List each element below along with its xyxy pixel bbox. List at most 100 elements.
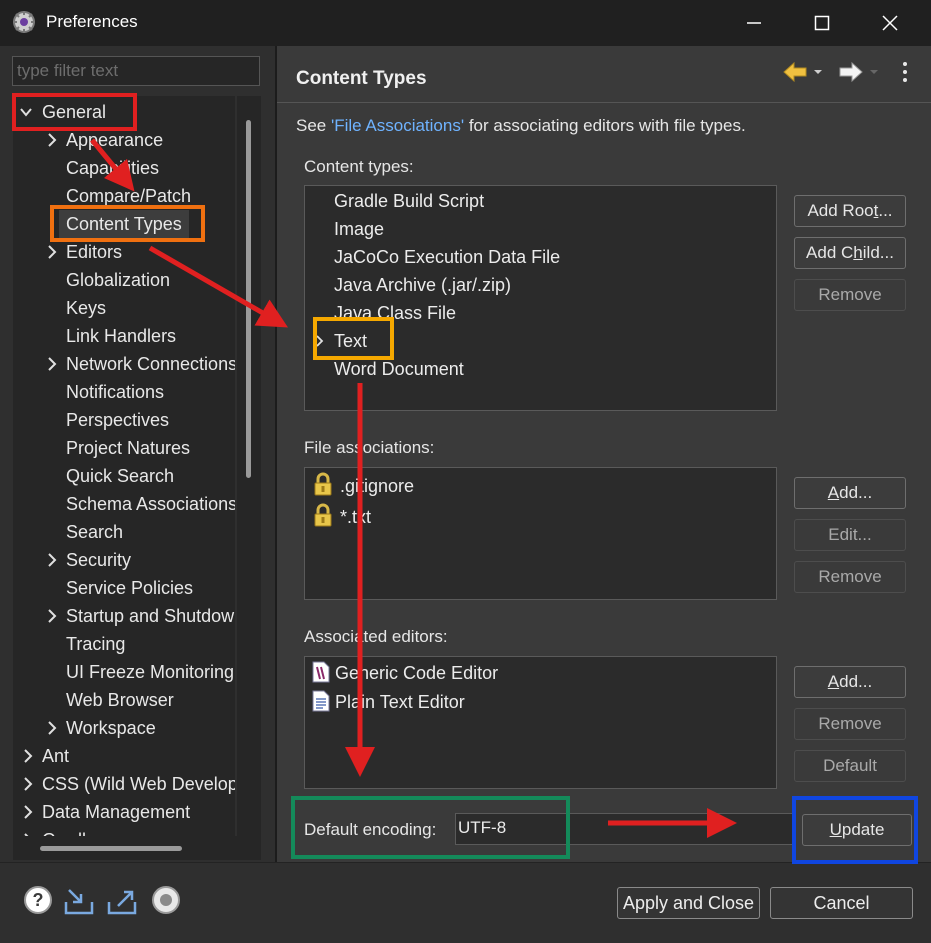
tree-item-compare-patch[interactable]: Compare/Patch: [66, 182, 191, 210]
cancel-button[interactable]: Cancel: [770, 887, 913, 919]
footer-divider: [0, 862, 931, 863]
file-association-item[interactable]: *.txt: [340, 503, 371, 531]
content-type-item[interactable]: JaCoCo Execution Data File: [334, 243, 560, 271]
maximize-button[interactable]: [792, 0, 852, 46]
tree-item-label: Gradle: [42, 826, 96, 836]
content-type-item[interactable]: Gradle Build Script: [334, 187, 484, 215]
chevron-right-icon: [48, 133, 57, 147]
tree-item-capabilities[interactable]: Capabilities: [66, 154, 159, 182]
file-association-item[interactable]: .gitignore: [340, 472, 414, 500]
help-icon[interactable]: ?: [22, 884, 54, 916]
tree-item-quick-search[interactable]: Quick Search: [66, 462, 174, 490]
hint-prefix: See: [296, 116, 331, 135]
forward-arrow-icon[interactable]: [838, 58, 878, 86]
tree-item-web-browser[interactable]: Web Browser: [66, 686, 174, 714]
tree-item-search[interactable]: Search: [66, 518, 123, 546]
svg-text:?: ?: [33, 890, 44, 910]
tree-item-keys[interactable]: Keys: [66, 294, 106, 322]
tree-item-label: Workspace: [66, 718, 156, 738]
tree-item-schema-associations[interactable]: Schema Associations: [66, 490, 235, 518]
text-editor-icon: [312, 690, 330, 712]
file-associations-hint: See 'File Associations' for associating …: [296, 116, 746, 136]
tree-item-label: Ant: [42, 746, 70, 766]
filter-input[interactable]: [12, 56, 260, 86]
tree-item-ant[interactable]: Ant: [13, 742, 235, 770]
tree-item-gradle[interactable]: Gradle: [13, 826, 235, 836]
tree-item-project-natures[interactable]: Project Natures: [66, 434, 190, 462]
tree-item-editors[interactable]: Editors: [13, 238, 235, 266]
tree-item-general[interactable]: General: [13, 98, 135, 126]
add-child-button[interactable]: Add Child...: [794, 237, 906, 269]
chevron-right-icon: [48, 245, 57, 259]
minimize-button[interactable]: [724, 0, 784, 46]
tree-item-label: Network Connections: [66, 354, 235, 374]
header-divider: [277, 102, 931, 103]
content-type-item[interactable]: Java Archive (.jar/.zip): [334, 271, 511, 299]
tree-item-css[interactable]: CSS (Wild Web Developer): [13, 770, 235, 798]
lock-icon: [314, 503, 332, 527]
associated-editor-item[interactable]: Plain Text Editor: [335, 688, 465, 716]
tree-item-network-connections[interactable]: Network Connections: [13, 350, 235, 378]
tree-item-ui-freeze-monitoring[interactable]: UI Freeze Monitoring: [66, 658, 234, 686]
add-editor-button[interactable]: Add...: [794, 666, 906, 698]
tree-item-startup-shutdown[interactable]: Startup and Shutdown: [13, 602, 235, 630]
update-encoding-button[interactable]: Update: [802, 814, 912, 846]
preferences-app-icon: [13, 11, 35, 33]
tree-item-notifications[interactable]: Notifications: [66, 378, 164, 406]
remove-content-type-button[interactable]: Remove: [794, 279, 906, 311]
tree-item-security[interactable]: Security: [13, 546, 235, 574]
chevron-right-icon[interactable]: [314, 333, 326, 349]
file-associations-link[interactable]: 'File Associations': [331, 116, 464, 135]
tree-item-data-management[interactable]: Data Management: [13, 798, 235, 826]
page-title: Content Types: [296, 68, 427, 89]
remove-editor-button[interactable]: Remove: [794, 708, 906, 740]
lock-icon: [314, 472, 332, 496]
tree-item-label: Security: [66, 550, 132, 570]
view-menu-icon[interactable]: [900, 61, 910, 83]
tree-item-label: Startup and Shutdown: [66, 606, 235, 626]
back-arrow-icon[interactable]: [782, 58, 822, 86]
tree-item-link-handlers[interactable]: Link Handlers: [66, 322, 176, 350]
tree-item-workspace[interactable]: Workspace: [13, 714, 235, 742]
preferences-tree[interactable]: General Appearance Capabilities Compare/…: [13, 96, 235, 836]
close-icon: [882, 15, 898, 31]
tree-item-globalization[interactable]: Globalization: [66, 266, 170, 294]
tree-item-label: Editors: [66, 242, 123, 262]
chevron-right-icon: [24, 749, 33, 763]
chevron-right-icon: [24, 833, 29, 836]
minimize-icon: [747, 22, 761, 24]
window-title: Preferences: [46, 12, 138, 31]
file-associations-label: File associations:: [304, 438, 435, 457]
chevron-right-icon: [48, 609, 57, 623]
edit-file-association-button[interactable]: Edit...: [794, 519, 906, 551]
content-type-item-text[interactable]: Text: [334, 327, 367, 355]
content-types-label: Content types:: [304, 157, 414, 176]
hint-suffix: for associating editors with file types.: [464, 116, 746, 135]
remove-file-association-button[interactable]: Remove: [794, 561, 906, 593]
tree-vertical-scroll-thumb[interactable]: [246, 120, 251, 478]
tree-item-content-types[interactable]: Content Types: [59, 210, 189, 238]
close-window-button[interactable]: [860, 0, 920, 46]
tree-item-perspectives[interactable]: Perspectives: [66, 406, 169, 434]
text-editor-icon: [312, 661, 330, 683]
associated-editor-item[interactable]: Generic Code Editor: [335, 659, 498, 687]
chevron-down-icon: [20, 108, 32, 117]
tree-item-appearance[interactable]: Appearance: [13, 126, 235, 154]
chevron-right-icon: [24, 805, 33, 819]
record-icon[interactable]: [150, 884, 182, 916]
tree-item-service-policies[interactable]: Service Policies: [66, 574, 193, 602]
default-encoding-input[interactable]: UTF-8: [455, 813, 795, 845]
content-type-item[interactable]: Image: [334, 215, 384, 243]
tree-horizontal-scroll-thumb[interactable]: [40, 846, 182, 851]
chevron-right-icon: [24, 777, 33, 791]
tree-item-tracing[interactable]: Tracing: [66, 630, 125, 658]
add-file-association-button[interactable]: Add...: [794, 477, 906, 509]
content-type-item[interactable]: Word Document: [334, 355, 464, 383]
content-type-item[interactable]: Java Class File: [334, 299, 456, 327]
export-icon[interactable]: [106, 884, 138, 916]
add-root-button[interactable]: Add Root...: [794, 195, 906, 227]
default-editor-button[interactable]: Default: [794, 750, 906, 782]
apply-and-close-button[interactable]: Apply and Close: [617, 887, 760, 919]
import-icon[interactable]: [63, 884, 95, 916]
associated-editors-label: Associated editors:: [304, 627, 448, 646]
